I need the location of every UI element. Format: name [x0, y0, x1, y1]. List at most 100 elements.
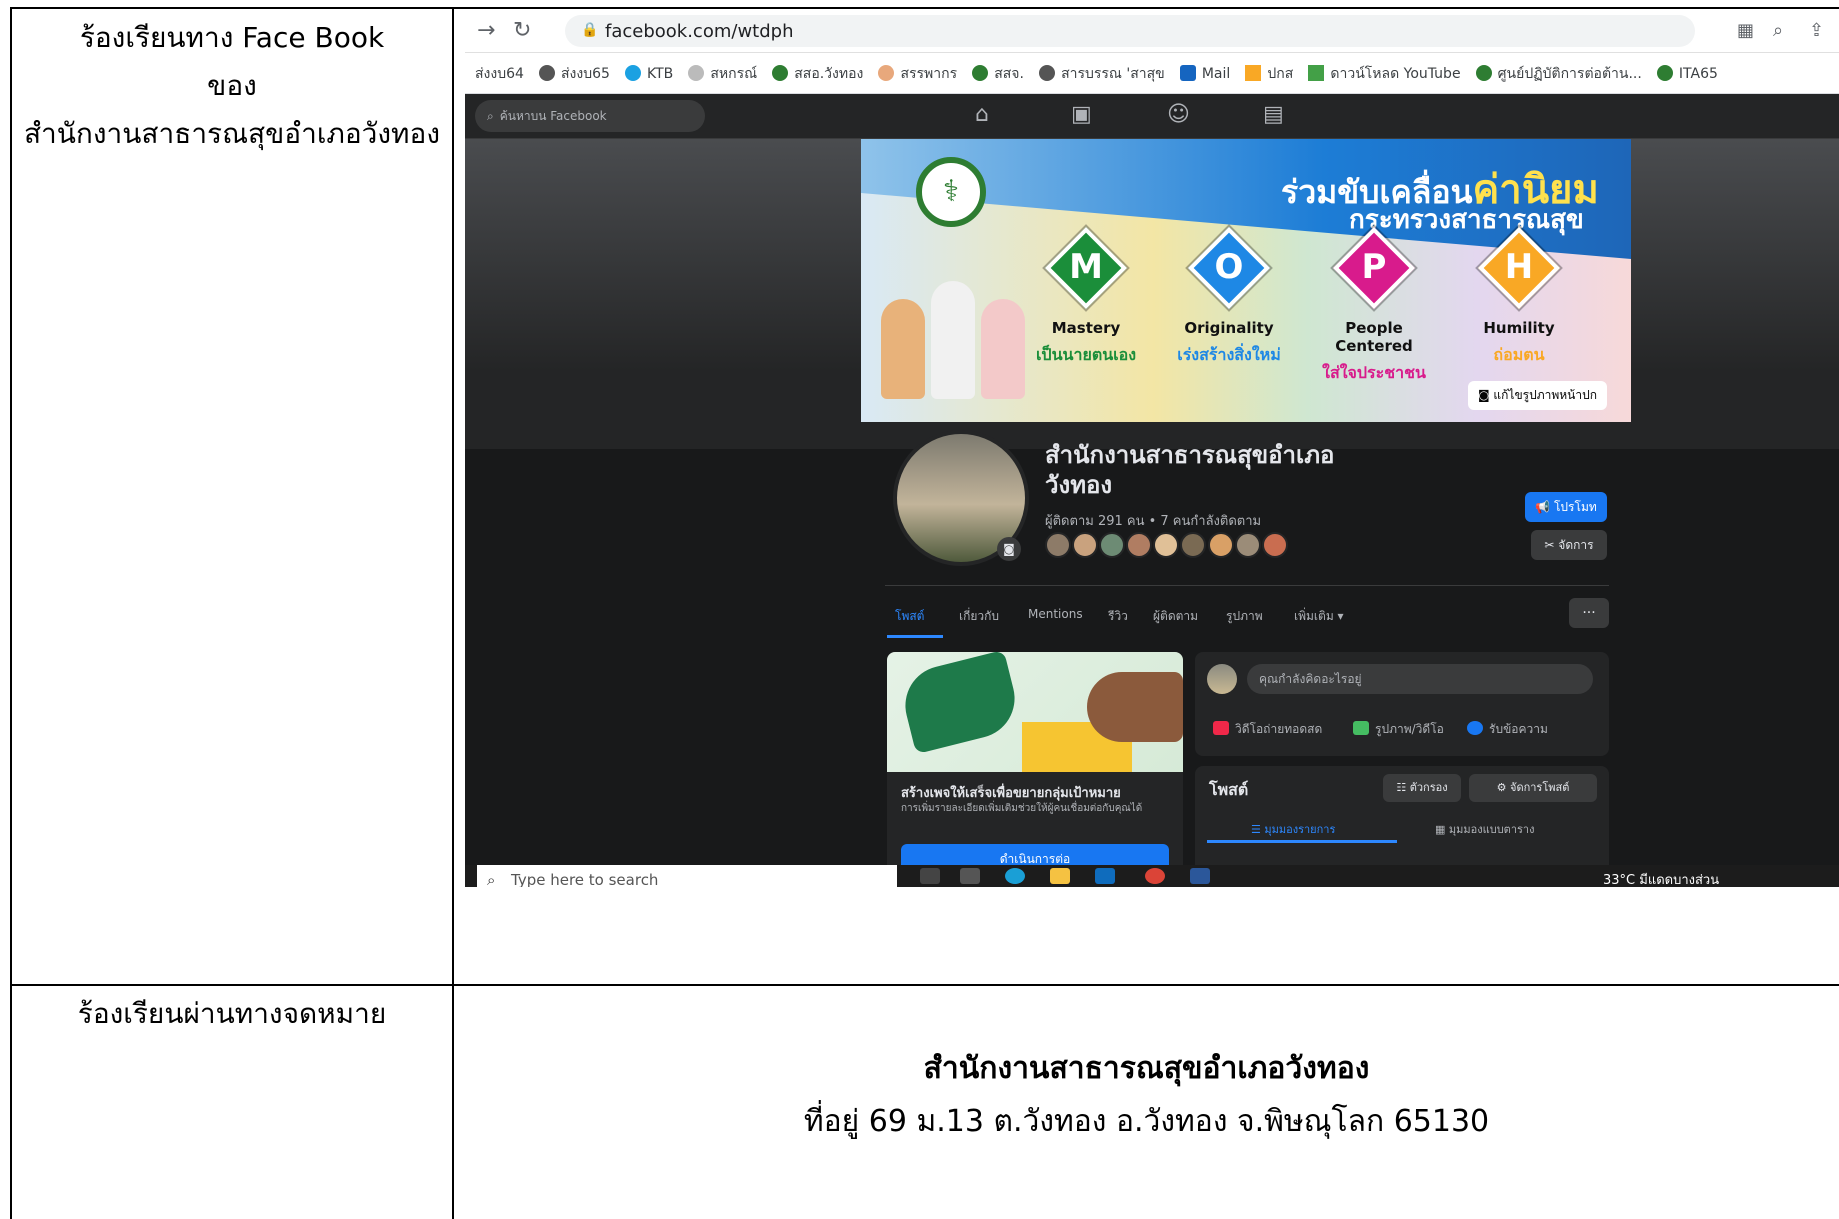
avatar[interactable]	[1234, 532, 1261, 558]
edge-icon[interactable]	[1005, 868, 1025, 884]
avatar[interactable]	[1045, 532, 1071, 558]
grid-icon: ▦	[1435, 823, 1449, 836]
cover-headline-line-2: กระทรวงสาธารณสุข	[1349, 205, 1584, 235]
organization-name: สำนักงานสาธารณสุขอำเภอวังทอง	[923, 1051, 1370, 1086]
filter-icon: ☷	[1396, 781, 1410, 794]
facebook-channel-label: ร้องเรียนทาง Face Book ของ สำนักงานสาธาร…	[12, 14, 452, 158]
value-humility: H Humility ถ่อมตน	[1449, 226, 1589, 368]
tab-reviews[interactable]: รีวิว	[1108, 607, 1128, 626]
home-icon[interactable]: ⌂	[975, 102, 989, 127]
bookmark-item[interactable]: ดาวน์โหลด YouTube	[1308, 63, 1461, 85]
weather-status: 33°C มีแดดบางส่วน	[1603, 873, 1720, 887]
bookmark-item[interactable]: ส่งงบ65	[539, 63, 610, 85]
edit-cover-button[interactable]: ◙ แก้ไขรูปภาพหน้าปก	[1467, 381, 1607, 410]
facebook-label-line-3: สำนักงานสาธารณสุขอำเภอวังทอง	[23, 117, 441, 150]
tabs-divider	[885, 585, 1609, 586]
mail-channel-label: ร้องเรียนผ่านทางจดหมาย	[77, 997, 387, 1030]
bookmark-item[interactable]: ปกส	[1245, 63, 1293, 85]
avatar[interactable]	[1099, 532, 1126, 558]
word-icon[interactable]	[1190, 868, 1210, 884]
value-originality: O Originality เร่งสร้างสิ่งใหม่	[1159, 226, 1299, 368]
get-messages-button[interactable]: รับข้อความ	[1467, 720, 1548, 739]
facebook-page-screenshot: → ↻ 🔒 facebook.com/wtdph ▦ ⌕ ⇪ ส่งงบ64 ส…	[465, 10, 1839, 887]
filter-button[interactable]: ☷ ตัวกรอง	[1383, 774, 1461, 802]
share-icon[interactable]: ⇪	[1809, 20, 1824, 41]
search-icon: ⌕	[487, 109, 494, 123]
photo-video-button[interactable]: รูปภาพ/วิดีโอ	[1353, 720, 1444, 739]
gaming-icon[interactable]: ▤	[1263, 102, 1284, 127]
folder-icon[interactable]	[1050, 868, 1070, 884]
megaphone-icon: 📢	[1535, 500, 1554, 514]
post-composer: คุณกำลังคิดอะไรอยู่ วิดีโอถ่ายทอดสด รูปภ…	[1195, 652, 1609, 756]
facebook-search-input[interactable]: ⌕ ค้นหาบน Facebook	[475, 100, 705, 132]
row-divider	[10, 984, 1839, 986]
groups-icon[interactable]: ☺	[1167, 102, 1190, 127]
promote-button[interactable]: 📢 โปรโมท	[1525, 492, 1607, 522]
zoom-icon[interactable]: ⌕	[1773, 20, 1783, 41]
facebook-label-line-2: ของ	[207, 69, 257, 102]
avatar[interactable]	[1207, 532, 1234, 558]
facebook-label-line-1: ร้องเรียนทาง Face Book	[79, 21, 385, 54]
avatar[interactable]	[1126, 532, 1153, 558]
tab-about[interactable]: เกี่ยวกับ	[959, 607, 999, 626]
posts-title: โพสต์	[1209, 780, 1249, 799]
bookmark-item[interactable]: สสอ.วังทอง	[772, 63, 863, 85]
avatar[interactable]	[1153, 532, 1180, 558]
tab-grid-view[interactable]: ▦ มุมมองแบบตาราง	[1435, 820, 1534, 838]
whats-on-your-mind-input[interactable]: คุณกำลังคิดอะไรอยู่	[1247, 664, 1593, 694]
bookmark-item[interactable]: ITA65	[1656, 65, 1718, 82]
taskbar-search-input[interactable]: ⌕ Type here to search	[477, 865, 897, 887]
bookmark-item[interactable]: ส่งงบ64	[475, 63, 524, 85]
tab-list-view[interactable]: ☰ มุมมองรายการ	[1251, 820, 1335, 838]
watch-icon[interactable]: ▣	[1071, 102, 1092, 127]
address-bar[interactable]: 🔒 facebook.com/wtdph	[565, 15, 1695, 47]
messenger-icon	[1467, 721, 1483, 735]
tab-more[interactable]: เพิ่มเติม ▾	[1294, 607, 1344, 626]
bookmark-item[interactable]: สรรพากร	[878, 63, 957, 85]
promo-subtitle: การเพิ่มรายละเอียดเพิ่มเติมช่วยให้ผู้คนเ…	[901, 803, 1143, 814]
manage-button[interactable]: ✂ จัดการ	[1531, 530, 1607, 560]
bookmark-item[interactable]: สารบรรณ 'สาสุข	[1039, 63, 1165, 85]
tab-photos[interactable]: รูปภาพ	[1226, 607, 1263, 626]
camera-icon[interactable]: ◙	[997, 537, 1021, 561]
manage-posts-button[interactable]: ⚙ จัดการโพสต์	[1469, 774, 1597, 802]
bookmark-item[interactable]: KTB	[625, 65, 673, 82]
back-arrow-icon[interactable]: →	[477, 18, 495, 43]
store-icon[interactable]	[1095, 868, 1115, 884]
postal-address: ที่อยู่ 69 ม.13 ต.วังทอง อ.วังทอง จ.พิษณ…	[803, 1104, 1490, 1139]
windows-taskbar: ⌕ Type here to search 33°C มีแดดบางส่วน	[465, 865, 1839, 887]
list-icon: ☰	[1251, 823, 1265, 836]
bookmarks-bar: ส่งงบ64 ส่งงบ65 KTB สหกรณ์ สสอ.วังทอง สร…	[465, 53, 1839, 94]
follower-count: ผู้ติดตาม 291 คน • 7 คนกำลังติดตาม	[1045, 514, 1262, 529]
bookmark-item[interactable]: ศูนย์ปฏิบัติการต่อต้าน...	[1475, 63, 1642, 85]
active-tab-indicator	[887, 635, 943, 638]
translate-icon[interactable]: ▦	[1737, 20, 1754, 41]
reload-icon[interactable]: ↻	[513, 18, 531, 43]
avatar[interactable]	[1261, 532, 1288, 558]
bookmark-item[interactable]: Mail	[1179, 65, 1230, 82]
photo-icon	[1353, 721, 1369, 735]
avatar	[1207, 664, 1237, 694]
tab-posts[interactable]: โพสต์	[895, 607, 924, 626]
ministry-logo-icon: ⚕	[916, 157, 986, 227]
live-video-button[interactable]: วิดีโอถ่ายทอดสด	[1213, 720, 1322, 739]
watering-can-illustration	[887, 652, 1183, 772]
page-name: สำนักงานสาธารณสุขอำเภอ วังทอง	[1045, 441, 1335, 499]
tab-followers[interactable]: ผู้ติดตาม	[1153, 607, 1198, 626]
tools-icon: ✂	[1544, 538, 1559, 552]
browser-toolbar: → ↻ 🔒 facebook.com/wtdph ▦ ⌕ ⇪	[465, 10, 1839, 53]
cover-photo: ⚕ ร่วมขับเคลื่อนค่านิยม กระทรวงสาธารณสุข…	[861, 139, 1631, 422]
bookmark-item[interactable]: สหกรณ์	[688, 63, 757, 85]
complete-page-card: สร้างเพจให้เสร็จเพื่อขยายกลุ่มเป้าหมาย ก…	[887, 652, 1183, 877]
promo-title: สร้างเพจให้เสร็จเพื่อขยายกลุ่มเป้าหมาย	[901, 786, 1121, 801]
more-options-button[interactable]: ···	[1569, 598, 1609, 628]
lock-icon: 🔒	[581, 22, 599, 38]
search-icon: ⌕	[487, 871, 496, 887]
cortana-icon[interactable]	[920, 868, 940, 884]
task-view-icon[interactable]	[960, 868, 980, 884]
chrome-icon[interactable]	[1145, 868, 1165, 884]
tab-mentions[interactable]: Mentions	[1028, 607, 1083, 621]
bookmark-item[interactable]: สสจ.	[972, 63, 1024, 85]
avatar[interactable]	[1180, 532, 1207, 558]
avatar[interactable]	[1072, 532, 1099, 558]
